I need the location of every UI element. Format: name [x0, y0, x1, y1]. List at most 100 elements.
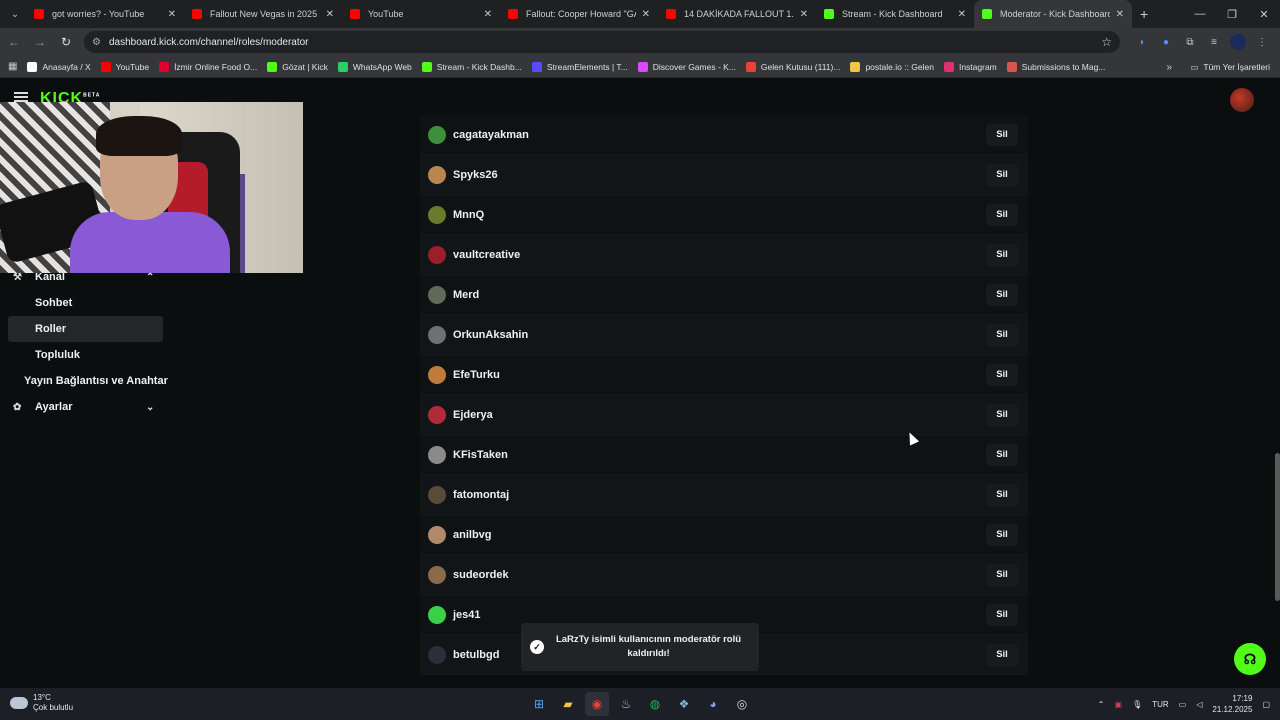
language-indicator[interactable]: TUR: [1152, 700, 1168, 709]
remove-moderator-button[interactable]: Sil: [986, 563, 1018, 586]
avatar: [428, 485, 446, 504]
weather-temp: 13°C: [33, 693, 51, 702]
close-tab-icon[interactable]: ✕: [800, 9, 808, 20]
network-icon[interactable]: ▭: [1179, 700, 1187, 709]
sidebar-item-stream-key[interactable]: Yayın Bağlantısı ve Anahtar: [0, 368, 180, 394]
bookmark-item[interactable]: Anasayfa / X: [27, 61, 91, 72]
close-tab-icon[interactable]: ✕: [168, 9, 176, 20]
remove-moderator-button[interactable]: Sil: [986, 523, 1018, 546]
menu-icon[interactable]: [14, 92, 28, 102]
clock[interactable]: 17:19 21.12.2025: [1212, 693, 1252, 715]
windows-start-icon[interactable]: ⊞: [527, 692, 551, 716]
browser-tab[interactable]: Fallout New Vegas in 2025 is A ✕: [184, 0, 342, 28]
more-bookmarks-icon[interactable]: »: [1166, 56, 1172, 78]
back-icon[interactable]: ←: [2, 30, 26, 54]
extension-icon[interactable]: ●: [1158, 34, 1174, 50]
remove-moderator-button[interactable]: Sil: [986, 243, 1018, 266]
bookmark-favicon-icon: [1006, 61, 1017, 72]
close-tab-icon[interactable]: ✕: [326, 9, 334, 20]
more-menu-icon[interactable]: ⋮: [1254, 34, 1270, 50]
avatar: [428, 205, 446, 224]
browser-toolbar: ← → ↻ ⚙ dashboard.kick.com/channel/roles…: [0, 28, 1280, 56]
close-window-icon[interactable]: ✕: [1248, 0, 1280, 28]
window-controls: — ❐ ✕: [1184, 0, 1280, 28]
tab-title: Moderator - Kick Dashboard: [1000, 9, 1110, 19]
microphone-icon[interactable]: 🎙: [1132, 700, 1142, 709]
tab-search-icon[interactable]: ⌄: [4, 4, 26, 24]
browser-tab[interactable]: YouTube ✕: [342, 0, 500, 28]
sidebar-item-ayarlar[interactable]: ✿ Ayarlar ⌄: [0, 394, 180, 420]
browser-tab[interactable]: 14 DAKİKADA FALLOUT 1. SEZO ✕: [658, 0, 816, 28]
chrome-icon[interactable]: ◉: [585, 692, 609, 716]
tab-title: YouTube: [368, 9, 404, 19]
scrollbar[interactable]: [1275, 453, 1280, 601]
remove-moderator-button[interactable]: Sil: [986, 323, 1018, 346]
spotify-icon[interactable]: ◍: [643, 692, 667, 716]
bookmark-item[interactable]: YouTube: [100, 61, 149, 72]
site-info-icon[interactable]: ⚙: [92, 37, 101, 48]
browser-tab[interactable]: Moderator - Kick Dashboard ✕: [974, 0, 1132, 28]
close-tab-icon[interactable]: ✕: [958, 9, 966, 20]
new-tab-button[interactable]: +: [1140, 6, 1148, 22]
maximize-icon[interactable]: ❐: [1216, 0, 1248, 28]
bookmark-item[interactable]: postale.io :: Gelen: [850, 61, 934, 72]
close-tab-icon[interactable]: ✕: [642, 9, 650, 20]
bookmark-item[interactable]: Stream - Kick Dashb...: [421, 61, 522, 72]
close-tab-icon[interactable]: ✕: [484, 9, 492, 20]
bookmark-item[interactable]: StreamElements | T...: [531, 61, 628, 72]
browser-tab[interactable]: Fallout: Cooper Howard "GALA ✕: [500, 0, 658, 28]
all-bookmarks[interactable]: ▭ Tüm Yer İşaretleri: [1190, 56, 1270, 78]
apps-grid-icon[interactable]: ▦: [8, 61, 17, 72]
chevron-up-icon[interactable]: ⌃: [146, 272, 154, 283]
volume-icon[interactable]: ◁: [1196, 700, 1202, 709]
app-icon[interactable]: ❖: [672, 692, 696, 716]
chevron-down-icon[interactable]: ⌄: [146, 402, 154, 413]
avatar: [428, 525, 446, 544]
remove-moderator-button[interactable]: Sil: [986, 203, 1018, 226]
remove-moderator-button[interactable]: Sil: [986, 163, 1018, 186]
remove-moderator-button[interactable]: Sil: [986, 603, 1018, 626]
remove-moderator-button[interactable]: Sil: [986, 363, 1018, 386]
remove-moderator-button[interactable]: Sil: [986, 483, 1018, 506]
support-chat-button[interactable]: ☊: [1234, 643, 1266, 675]
remove-moderator-button[interactable]: Sil: [986, 283, 1018, 306]
tab-title: Fallout: Cooper Howard "GALA: [526, 9, 636, 19]
reading-list-icon[interactable]: ≡: [1206, 34, 1222, 50]
notifications-icon[interactable]: ▢: [1262, 700, 1270, 709]
bookmark-star-icon[interactable]: ☆: [1101, 35, 1112, 49]
remove-moderator-button[interactable]: Sil: [986, 443, 1018, 466]
close-tab-icon[interactable]: ✕: [1116, 9, 1124, 20]
sidebar-item-sohbet[interactable]: Sohbet: [0, 290, 180, 316]
bookmark-item[interactable]: Gözat | Kick: [267, 61, 328, 72]
address-bar[interactable]: ⚙ dashboard.kick.com/channel/roles/moder…: [84, 31, 1120, 53]
bookmark-item[interactable]: Gelen Kutusu (111)...: [745, 61, 840, 72]
bookmark-item[interactable]: WhatsApp Web: [337, 61, 412, 72]
bookmark-item[interactable]: Discover Games - K...: [637, 61, 736, 72]
steam-icon[interactable]: ♨: [614, 692, 638, 716]
browser-tab[interactable]: Stream - Kick Dashboard ✕: [816, 0, 974, 28]
extensions-puzzle-icon[interactable]: ⧉: [1182, 34, 1198, 50]
discord-icon[interactable]: ◕: [701, 692, 725, 716]
sidebar-item-roller[interactable]: Roller: [8, 316, 163, 342]
bookmark-item[interactable]: Instagram: [943, 61, 997, 72]
clock-date: 21.12.2025: [1212, 705, 1253, 714]
minimize-icon[interactable]: —: [1184, 0, 1216, 28]
profile-avatar[interactable]: [1230, 34, 1246, 50]
remove-moderator-button[interactable]: Sil: [986, 403, 1018, 426]
chevron-up-icon[interactable]: ⌃: [1098, 700, 1105, 709]
kick-dashboard-page: KICKBETA ⚒ Kanal ⌃ Sohbet Roller Toplulu…: [0, 78, 1280, 688]
remove-moderator-button[interactable]: Sil: [986, 643, 1018, 666]
file-explorer-icon[interactable]: ▰: [556, 692, 580, 716]
remove-moderator-button[interactable]: Sil: [986, 123, 1018, 146]
extension-icon[interactable]: ◗: [1134, 34, 1150, 50]
browser-tab[interactable]: got worries? - YouTube ✕: [26, 0, 184, 28]
bookmark-item[interactable]: Submissions to Mag...: [1006, 61, 1105, 72]
forward-icon[interactable]: →: [28, 30, 52, 54]
app-tray-icon[interactable]: ▣: [1115, 700, 1123, 709]
sidebar-item-topluluk[interactable]: Topluluk: [0, 342, 180, 368]
user-avatar[interactable]: [1230, 88, 1254, 112]
bookmark-item[interactable]: İzmir Online Food O...: [159, 61, 257, 72]
reload-icon[interactable]: ↻: [54, 30, 78, 54]
weather-widget[interactable]: 13°C Çok bulutlu: [10, 693, 73, 713]
obs-icon[interactable]: ◎: [730, 692, 754, 716]
